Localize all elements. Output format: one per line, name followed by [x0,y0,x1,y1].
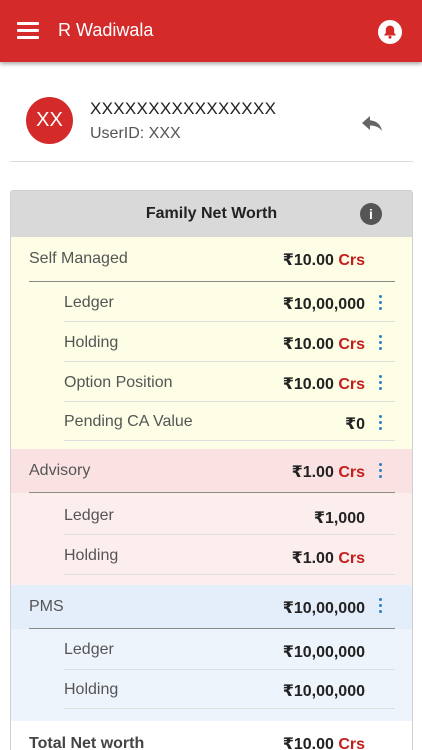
self-ledger-label: Ledger [64,294,114,311]
info-icon[interactable]: i [360,203,382,225]
profile-divider [10,161,413,162]
advisory-more-icon[interactable] [377,462,385,480]
pms-ledger-amount: ₹10,00,000 [282,644,365,661]
card-title: Family Net Worth [145,205,278,222]
advisory-ledger-amount: ₹1,000 [313,510,365,527]
self-holding-more-icon[interactable] [377,334,385,352]
self-ledger-amount: ₹10,00,000 [282,296,365,313]
total-net-worth-row: Total Net worth ₹10.00 Crs [11,721,412,750]
card-header: Family Net Worth i [11,191,412,237]
pms-section-body: Ledger ₹10,00,000 Holding ₹10,00,000 [11,629,412,721]
avatar: XX [26,97,73,144]
self-holding-label: Holding [64,334,119,351]
bell-icon[interactable] [378,20,402,44]
family-net-worth-card: Family Net Worth i Self Managed ₹10.00 C… [10,190,413,750]
reply-arrow-icon[interactable] [360,112,384,134]
total-net-worth-amount: ₹10.00 Crs [282,736,365,750]
row-divider [64,321,395,322]
self-managed-section: Self Managed ₹10.00 Crs Ledger ₹10,00,00… [11,237,412,449]
user-name: XXXXXXXXXXXXXXXX [90,99,277,118]
self-option-position-label: Option Position [64,374,173,391]
advisory-section-header: Advisory ₹1.00 Crs [11,449,412,493]
row-divider [64,401,395,402]
row-divider [64,440,395,441]
pms-holding-label: Holding [64,681,119,698]
self-managed-amount: ₹10.00 Crs [282,252,365,269]
pms-holding-amount: ₹10,00,000 [282,683,365,700]
self-pending-ca-label: Pending CA Value [64,413,193,430]
advisory-holding-amount: ₹1.00 Crs [291,550,365,567]
advisory-label: Advisory [29,462,91,479]
advisory-ledger-label: Ledger [64,507,114,524]
self-ledger-more-icon[interactable] [377,294,385,312]
self-option-position-more-icon[interactable] [377,374,385,392]
pms-amount: ₹10,00,000 [282,600,365,617]
app-title: R Wadiwala [58,20,154,40]
row-divider [64,574,395,575]
user-id: UserID: XXX [90,125,181,142]
section-divider [29,281,395,282]
hamburger-menu-icon[interactable] [17,22,39,40]
self-pending-ca-more-icon[interactable] [377,414,385,432]
advisory-amount: ₹1.00 Crs [291,464,365,481]
row-divider [64,361,395,362]
row-divider [64,669,395,670]
self-option-position-amount: ₹10.00 Crs [282,376,365,393]
self-holding-amount: ₹10.00 Crs [282,336,365,353]
app-bar: R Wadiwala [0,0,422,62]
profile-section: XX XXXXXXXXXXXXXXXX UserID: XXX [0,62,422,162]
row-divider [64,534,395,535]
pms-label: PMS [29,598,64,615]
advisory-holding-label: Holding [64,547,119,564]
self-pending-ca-amount: ₹0 [344,416,365,433]
self-managed-label: Self Managed [29,250,128,267]
pms-ledger-label: Ledger [64,641,114,658]
total-net-worth-label: Total Net worth [29,735,145,750]
pms-section-header: PMS ₹10,00,000 [11,585,412,629]
advisory-section-body: Ledger ₹1,000 Holding ₹1.00 Crs [11,493,412,585]
pms-more-icon[interactable] [377,597,385,615]
row-divider [64,708,395,709]
